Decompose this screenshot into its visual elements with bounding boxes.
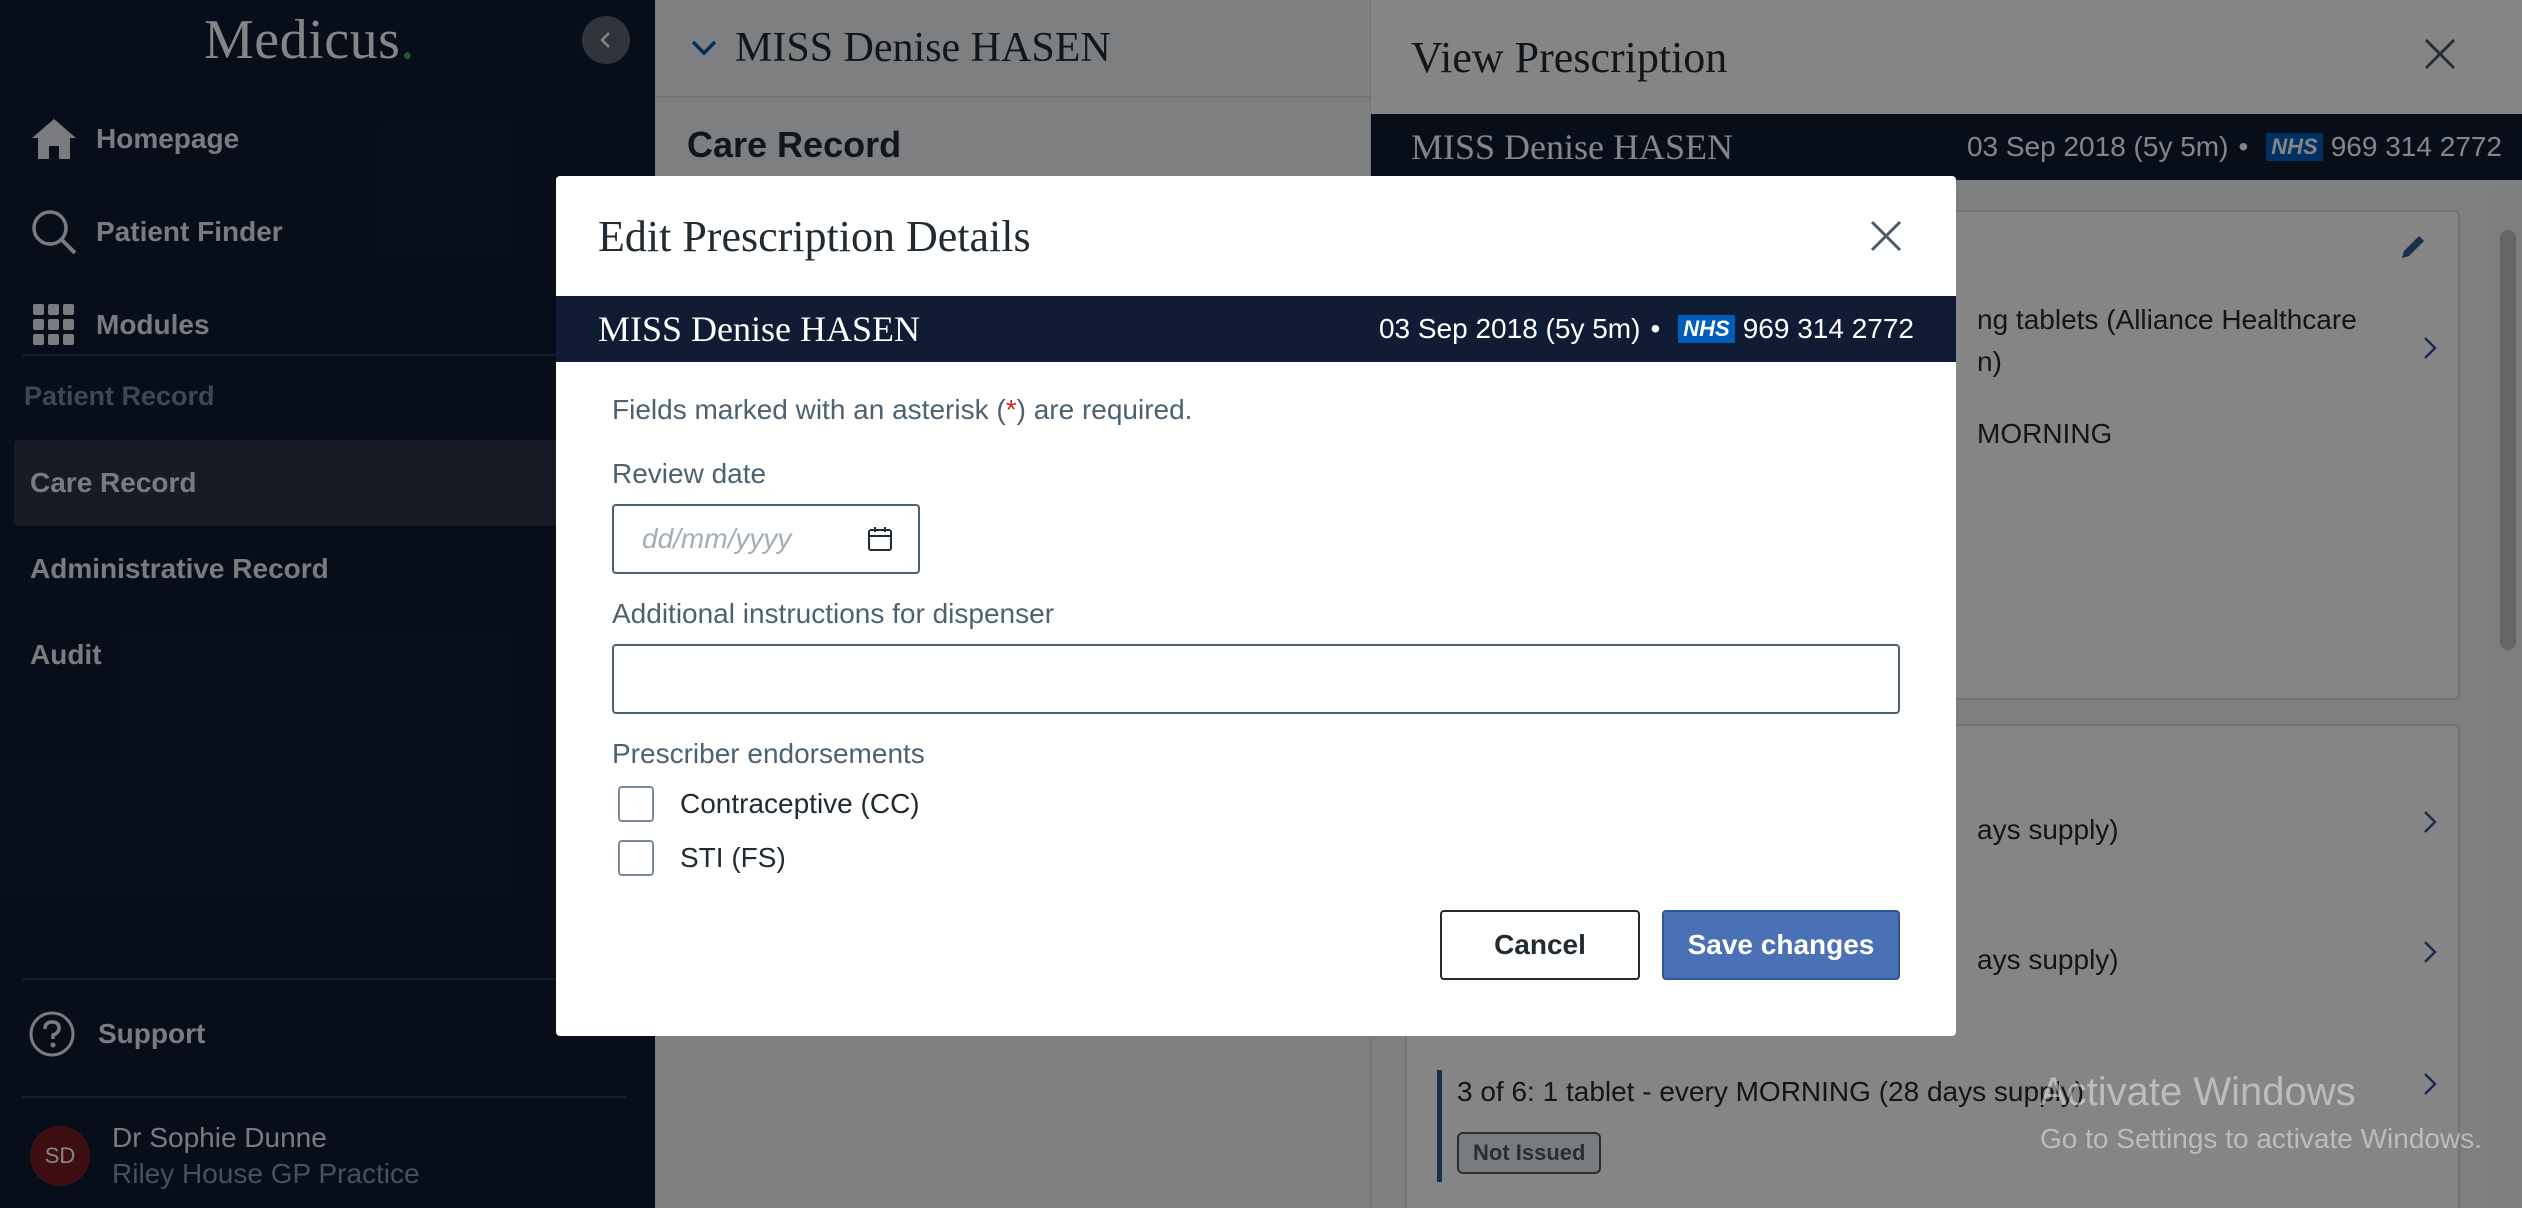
banner-patient-name: MISS Denise HASEN [598,309,921,349]
endorsements-label: Prescriber endorsements [612,738,925,769]
save-changes-button[interactable]: Save changes [1662,910,1900,980]
review-date-placeholder: dd/mm/yyyy [642,523,792,554]
sti-checkbox[interactable] [618,840,654,876]
endorsement-sti[interactable]: STI (FS) [618,840,786,876]
review-date-input[interactable]: dd/mm/yyyy [612,504,920,574]
dispenser-instructions-input[interactable] [612,644,1900,714]
windows-watermark: Activate Windows Go to Settings to activ… [2040,1070,2482,1155]
nhs-logo: NHS [1678,315,1735,343]
cancel-button[interactable]: Cancel [1440,910,1640,980]
edit-prescription-modal: Edit Prescription Details MISS Denise HA… [556,176,1956,1036]
required-fields-hint: Fields marked with an asterisk (*) are r… [612,394,1193,425]
checkbox-label: STI (FS) [680,842,786,873]
review-date-label: Review date [612,458,767,489]
modal-header: Edit Prescription Details [556,176,1956,296]
contraceptive-checkbox[interactable] [618,786,654,822]
patient-banner: MISS Denise HASEN 03 Sep 2018 (5y 5m) • … [556,296,1956,362]
watermark-subtitle: Go to Settings to activate Windows. [2040,1123,2482,1154]
banner-nhs-number: 969 314 2772 [1742,313,1914,344]
modal-title: Edit Prescription Details [598,211,1031,261]
banner-dob: 03 Sep 2018 (5y 5m) [1378,313,1641,344]
calendar-icon[interactable] [866,525,894,553]
close-icon[interactable] [1866,216,1906,256]
instructions-label: Additional instructions for dispenser [612,598,1055,629]
endorsement-contraceptive[interactable]: Contraceptive (CC) [618,786,920,822]
watermark-title: Activate Windows [2040,1070,2356,1114]
checkbox-label: Contraceptive (CC) [680,788,920,819]
